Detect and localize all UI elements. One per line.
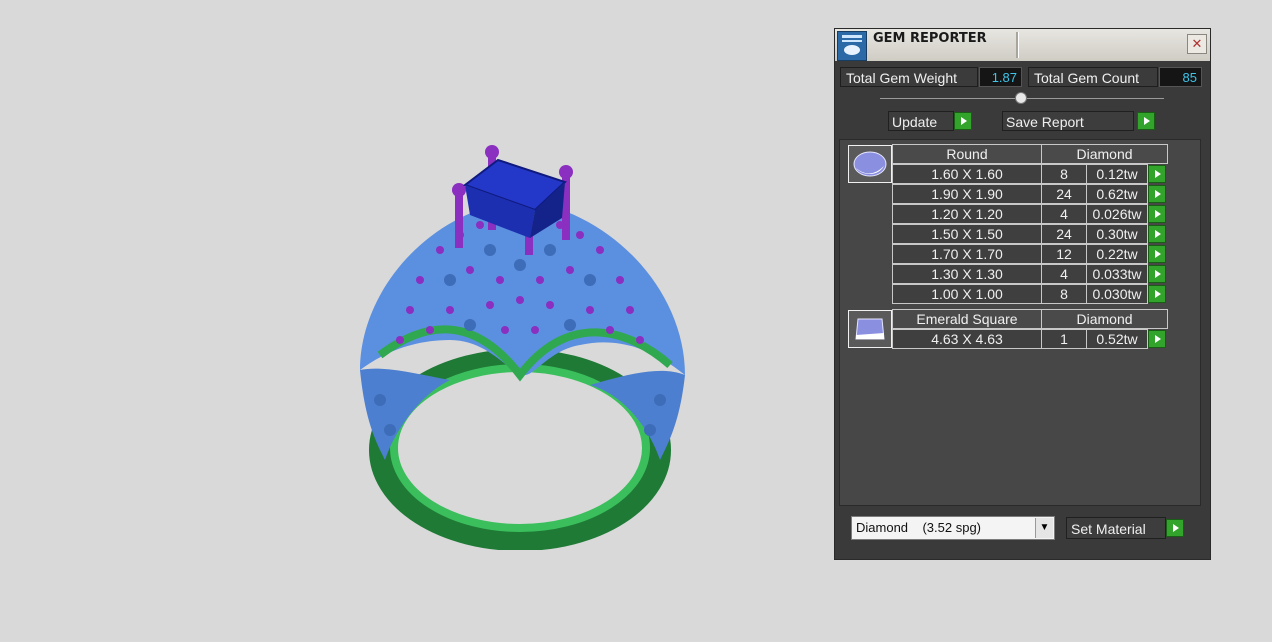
close-button[interactable]: ✕	[1187, 34, 1207, 54]
row-size: 1.50 X 1.50	[892, 224, 1042, 244]
row-count: 8	[1041, 164, 1087, 184]
save-report-go-icon[interactable]	[1137, 112, 1155, 130]
row-go-icon[interactable]	[1148, 330, 1166, 348]
chevron-down-icon[interactable]: ▼	[1035, 518, 1053, 538]
total-gem-count-label: Total Gem Count	[1028, 67, 1158, 87]
material-select-value: Diamond (3.52 spg)	[856, 520, 982, 535]
gem-reporter-app-icon	[837, 31, 867, 61]
gem-table-area: Round Diamond 1.60 X 1.60 8 0.12tw 1.90 …	[839, 139, 1201, 506]
gem-reporter-panel: GEM REPORTER ✕ Total Gem Weight 1.87 Tot…	[835, 29, 1210, 559]
row-weight: 0.30tw	[1086, 224, 1148, 244]
row-go-icon[interactable]	[1148, 265, 1166, 283]
total-gem-weight-value: 1.87	[979, 67, 1022, 87]
row-go-icon[interactable]	[1148, 285, 1166, 303]
row-size: 1.70 X 1.70	[892, 244, 1042, 264]
row-count: 24	[1041, 184, 1087, 204]
row-go-icon[interactable]	[1148, 185, 1166, 203]
total-gem-count-value: 85	[1159, 67, 1202, 87]
row-size: 1.90 X 1.90	[892, 184, 1042, 204]
panel-title: GEM REPORTER	[873, 31, 987, 46]
update-button-label: Update	[892, 114, 938, 130]
set-material-button[interactable]: Set Material	[1066, 517, 1166, 539]
save-report-button[interactable]: Save Report	[1002, 111, 1134, 131]
row-weight: 0.22tw	[1086, 244, 1148, 264]
row-size: 1.00 X 1.00	[892, 284, 1042, 304]
round-material-header: Diamond	[1041, 144, 1168, 164]
row-weight: 0.62tw	[1086, 184, 1148, 204]
emerald-square-gem-icon[interactable]	[848, 310, 892, 348]
row-weight: 0.026tw	[1086, 204, 1148, 224]
row-count: 4	[1041, 264, 1087, 284]
save-report-button-label: Save Report	[1006, 114, 1084, 130]
material-select[interactable]: Diamond (3.52 spg) ▼	[851, 516, 1055, 540]
3d-viewport[interactable]	[0, 0, 830, 642]
row-weight: 0.030tw	[1086, 284, 1148, 304]
update-button[interactable]: Update	[888, 111, 954, 131]
row-size: 4.63 X 4.63	[892, 329, 1042, 349]
panel-slider-handle[interactable]	[1015, 92, 1027, 104]
panel-titlebar[interactable]: GEM REPORTER ✕	[835, 29, 1210, 61]
row-count: 1	[1041, 329, 1087, 349]
row-count: 8	[1041, 284, 1087, 304]
row-go-icon[interactable]	[1148, 205, 1166, 223]
row-go-icon[interactable]	[1148, 225, 1166, 243]
emerald-cut-header: Emerald Square	[892, 309, 1042, 329]
round-cut-header: Round	[892, 144, 1042, 164]
row-go-icon[interactable]	[1148, 245, 1166, 263]
row-weight: 0.12tw	[1086, 164, 1148, 184]
row-count: 24	[1041, 224, 1087, 244]
row-size: 1.20 X 1.20	[892, 204, 1042, 224]
set-material-button-label: Set Material	[1071, 521, 1146, 537]
row-count: 4	[1041, 204, 1087, 224]
emerald-material-header: Diamond	[1041, 309, 1168, 329]
row-size: 1.60 X 1.60	[892, 164, 1042, 184]
row-weight: 0.52tw	[1086, 329, 1148, 349]
set-material-go-icon[interactable]	[1166, 519, 1184, 537]
total-gem-weight-label: Total Gem Weight	[840, 67, 978, 87]
titlebar-divider	[1016, 32, 1019, 58]
ring-model-render	[360, 145, 685, 550]
row-size: 1.30 X 1.30	[892, 264, 1042, 284]
update-go-icon[interactable]	[954, 112, 972, 130]
row-count: 12	[1041, 244, 1087, 264]
round-gem-icon[interactable]	[848, 145, 892, 183]
row-go-icon[interactable]	[1148, 165, 1166, 183]
row-weight: 0.033tw	[1086, 264, 1148, 284]
